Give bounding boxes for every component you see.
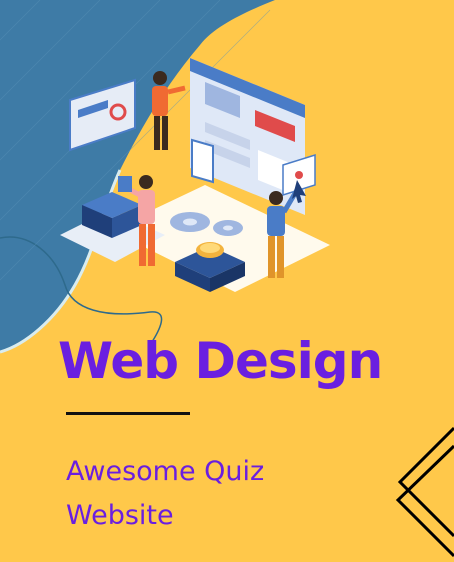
corner-decoration [395,426,454,558]
poster: Web Design Awesome Quiz Website [0,0,454,562]
